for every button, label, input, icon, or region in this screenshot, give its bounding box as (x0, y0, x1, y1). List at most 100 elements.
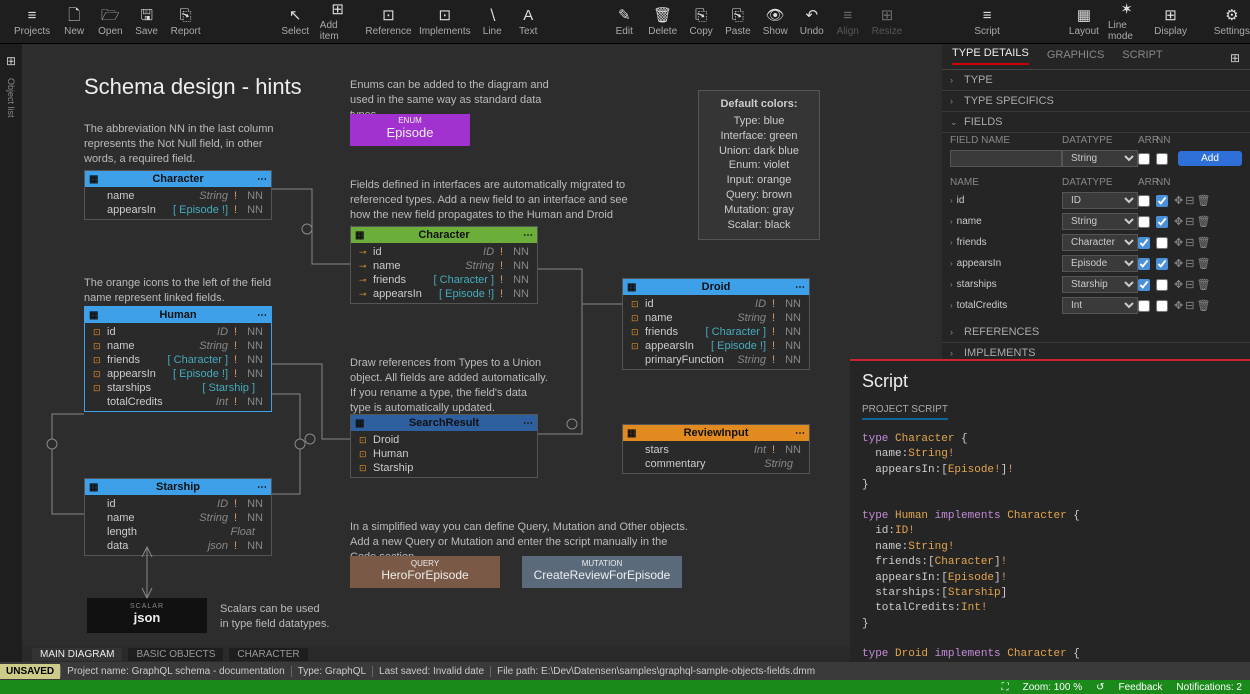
entity-character-interface[interactable]: ▦Character⋯⊸idID!NN⊸nameString!NN⊸friend… (350, 226, 538, 304)
tab-main-diagram[interactable]: MAIN DIAGRAM (32, 648, 122, 661)
edit-button[interactable]: ✎Edit (606, 5, 642, 39)
tab-basic-objects[interactable]: BASIC OBJECTS (128, 648, 223, 661)
field-arr-chk[interactable] (1138, 258, 1150, 270)
hide-icon[interactable]: ⊟ (1185, 215, 1194, 228)
hide-icon[interactable]: ⊟ (1185, 236, 1194, 249)
field-nn-chk[interactable] (1156, 279, 1168, 291)
display-button[interactable]: ⊞Display (1151, 0, 1189, 44)
field-row[interactable]: ›friends Character ✥ ⊟ 🗑 (942, 232, 1250, 253)
entity-starship[interactable]: ▦Starship⋯idID!NNnameString!NNlengthFloa… (84, 478, 272, 556)
enum-node[interactable]: ENUM Episode (350, 114, 470, 146)
field-nn-chk[interactable] (1156, 195, 1168, 207)
mutation-node[interactable]: MUTATION CreateReviewForEpisode (522, 556, 682, 588)
panel-icon[interactable]: ⊞ (6, 54, 16, 68)
field-type-select[interactable]: Starship (1062, 276, 1138, 293)
text-button[interactable]: AText (510, 0, 546, 44)
hide-icon[interactable]: ⊟ (1185, 194, 1194, 207)
project-script-tab[interactable]: PROJECT SCRIPT (862, 402, 948, 420)
diagram-canvas[interactable]: Schema design - hints Enums can be added… (22, 44, 942, 646)
field-row[interactable]: ›id ID ✥ ⊟ 🗑 (942, 190, 1250, 211)
section-type[interactable]: ›TYPE (942, 70, 1250, 91)
line-button[interactable]: ∖Line (474, 0, 510, 44)
move-icon[interactable]: ✥ (1174, 236, 1183, 249)
field-type-select[interactable]: String (1062, 213, 1138, 230)
delete-icon[interactable]: 🗑 (1196, 236, 1210, 249)
hide-icon[interactable]: ⊟ (1185, 278, 1194, 291)
field-arr-chk[interactable] (1138, 300, 1150, 312)
field-row[interactable]: ›totalCredits Int ✥ ⊟ 🗑 (942, 295, 1250, 316)
align-button[interactable]: ≡Align (830, 5, 866, 39)
field-row[interactable]: ›starships Starship ✥ ⊟ 🗑 (942, 274, 1250, 295)
delete-icon[interactable]: 🗑 (1196, 299, 1210, 312)
field-arr-chk[interactable] (1138, 195, 1150, 207)
delete-icon[interactable]: 🗑 (1196, 194, 1210, 207)
undo-button[interactable]: ↶Undo (794, 5, 830, 39)
notifications-link[interactable]: Notifications: 2 (1176, 682, 1242, 693)
field-nn-checkbox[interactable] (1156, 153, 1168, 165)
open-button[interactable]: 🗁Open (92, 5, 128, 39)
projects-button[interactable]: ≡Projects (8, 5, 56, 39)
move-icon[interactable]: ✥ (1174, 215, 1183, 228)
report-button[interactable]: ⎘Report (165, 5, 207, 39)
tab-type-details[interactable]: TYPE DETAILS (952, 47, 1029, 65)
field-datatype-select[interactable]: String (1062, 150, 1138, 167)
select-button[interactable]: ↖Select (277, 0, 314, 44)
field-row[interactable]: ›name String ✥ ⊟ 🗑 (942, 211, 1250, 232)
field-row[interactable]: ›appearsIn Episode ✥ ⊟ 🗑 (942, 253, 1250, 274)
field-nn-chk[interactable] (1156, 216, 1168, 228)
resize-button[interactable]: ⊞Resize (866, 5, 909, 39)
fit-icon[interactable]: ⛶ (1002, 682, 1009, 693)
move-icon[interactable]: ✥ (1174, 299, 1183, 312)
entity-reviewinput[interactable]: ▦ReviewInput⋯starsInt!NNcommentaryString (622, 424, 810, 474)
tab-script[interactable]: SCRIPT (1122, 49, 1162, 65)
script-code[interactable]: type Character { name:String! appearsIn:… (862, 432, 1238, 694)
copy-button[interactable]: ⎘Copy (683, 5, 719, 39)
delete-icon[interactable]: 🗑 (1196, 215, 1210, 228)
feedback-link[interactable]: Feedback (1118, 682, 1162, 693)
hide-icon[interactable]: ⊟ (1185, 257, 1194, 270)
delete-button[interactable]: 🗑Delete (642, 5, 683, 39)
entity-human[interactable]: ▦Human⋯⊡idID!NN⊡nameString!NN⊡friends[ C… (84, 306, 272, 412)
field-type-select[interactable]: Episode (1062, 255, 1138, 272)
settings-button[interactable]: ⚙Settings (1208, 5, 1250, 39)
move-icon[interactable]: ✥ (1174, 257, 1183, 270)
linemode-button[interactable]: ✶Line mode (1102, 0, 1151, 44)
restore-icon[interactable]: ↺ (1096, 682, 1104, 693)
field-name-input[interactable] (950, 150, 1062, 167)
zoom-label[interactable]: Zoom: 100 % (1023, 682, 1082, 693)
query-node[interactable]: QUERY HeroForEpisode (350, 556, 500, 588)
section-fields[interactable]: ⌄FIELDS (942, 112, 1250, 133)
field-nn-chk[interactable] (1156, 300, 1168, 312)
add-field-button[interactable]: Add (1178, 151, 1242, 166)
field-nn-chk[interactable] (1156, 237, 1168, 249)
field-arr-chk[interactable] (1138, 279, 1150, 291)
field-arr-chk[interactable] (1138, 216, 1150, 228)
move-icon[interactable]: ✥ (1174, 278, 1183, 291)
panel-toggle-icon[interactable]: ⊞ (1230, 51, 1240, 65)
tab-character[interactable]: CHARACTER (229, 648, 307, 661)
section-type-specifics[interactable]: ›TYPE SPECIFICS (942, 91, 1250, 112)
script-button[interactable]: ≡Script (968, 5, 1006, 39)
delete-icon[interactable]: 🗑 (1196, 278, 1210, 291)
implements-button[interactable]: ⊡Implements (415, 0, 474, 44)
tab-graphics[interactable]: GRAPHICS (1047, 49, 1104, 65)
field-nn-chk[interactable] (1156, 258, 1168, 270)
layout-button[interactable]: ▦Layout (1066, 0, 1102, 44)
delete-icon[interactable]: 🗑 (1196, 257, 1210, 270)
field-type-select[interactable]: Character (1062, 234, 1138, 251)
reference-button[interactable]: ⊡Reference (362, 0, 416, 44)
field-type-select[interactable]: Int (1062, 297, 1138, 314)
field-type-select[interactable]: ID (1062, 192, 1138, 209)
save-button[interactable]: 🖫Save (129, 5, 165, 39)
field-arr-chk[interactable] (1138, 237, 1150, 249)
move-icon[interactable]: ✥ (1174, 194, 1183, 207)
add-item-button[interactable]: ⊞Add item (314, 0, 362, 44)
new-button[interactable]: 🗋New (56, 5, 92, 39)
section-references[interactable]: ›REFERENCES (942, 322, 1250, 343)
scalar-node[interactable]: SCALAR json (87, 598, 207, 633)
show-button[interactable]: 👁Show (757, 5, 794, 39)
paste-button[interactable]: ⎘Paste (719, 5, 757, 39)
hide-icon[interactable]: ⊟ (1185, 299, 1194, 312)
entity-character-type[interactable]: ▦Character⋯nameString!NNappearsIn[ Episo… (84, 170, 272, 220)
entity-searchresult[interactable]: ▦SearchResult⋯⊡Droid⊡Human⊡Starship (350, 414, 538, 478)
